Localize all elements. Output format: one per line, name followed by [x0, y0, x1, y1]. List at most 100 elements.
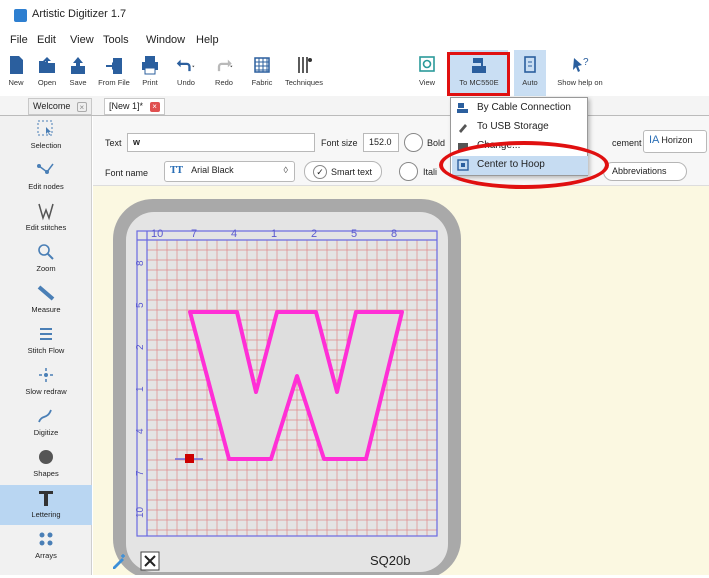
- zoom-icon: [38, 244, 54, 260]
- abbreviations-button[interactable]: Abbreviations: [603, 162, 687, 181]
- tool-edit-nodes-label: Edit nodes: [28, 182, 64, 191]
- check-icon: ✓: [313, 165, 327, 179]
- tool-lettering[interactable]: Lettering: [0, 485, 92, 525]
- lettering-icon: [39, 491, 53, 506]
- view-button[interactable]: View: [410, 50, 444, 96]
- tool-stitch-flow[interactable]: Stitch Flow: [0, 321, 92, 361]
- tool-zoom[interactable]: Zoom: [0, 239, 92, 279]
- smart-text-toggle[interactable]: ✓ Smart text: [304, 161, 382, 182]
- tool-measure[interactable]: Measure: [0, 280, 92, 320]
- cable-icon: [457, 103, 468, 113]
- undo-icon: [176, 59, 195, 72]
- show-help-button[interactable]: ? Show help on: [552, 50, 608, 96]
- tab-document-label: [New 1]*: [109, 101, 144, 111]
- open-button[interactable]: Open: [32, 50, 62, 96]
- font-size-input[interactable]: 152.0: [363, 133, 399, 152]
- tool-digitize[interactable]: Digitize: [0, 403, 92, 443]
- text-label: Text: [105, 138, 122, 148]
- menu-item-usb[interactable]: To USB Storage: [452, 118, 588, 137]
- redo-icon: [217, 59, 233, 72]
- italic-toggle[interactable]: [399, 162, 418, 181]
- techniques-button[interactable]: Techniques: [282, 50, 326, 96]
- ruler-tick-label: 1: [271, 228, 277, 240]
- bold-label: Bold: [427, 138, 446, 148]
- italic-label: Itali: [423, 167, 438, 177]
- redo-button[interactable]: Redo: [206, 50, 242, 96]
- close-icon[interactable]: ×: [149, 101, 160, 112]
- ruler-tick-label: 8: [135, 260, 146, 266]
- ruler-tick-label: 10: [151, 228, 163, 240]
- ruler-tick-label: 4: [231, 228, 237, 240]
- menu-window[interactable]: Window: [146, 34, 185, 46]
- font-size-label: Font size: [321, 138, 358, 148]
- placement-select[interactable]: IA Horizon: [643, 130, 707, 153]
- center-to-hoop-highlight: [439, 141, 609, 189]
- menu-tools[interactable]: Tools: [103, 34, 129, 46]
- menu-help[interactable]: Help: [196, 34, 219, 46]
- ruler-tick-label: 2: [311, 228, 317, 240]
- save-icon: [71, 57, 85, 74]
- menu-item-by-cable[interactable]: By Cable Connection: [452, 99, 588, 118]
- tool-edit-stitches-label: Edit stitches: [25, 223, 67, 232]
- hoop-name-label: SQ20b: [370, 553, 411, 568]
- tool-stitch-flow-label: Stitch Flow: [27, 346, 65, 355]
- menu-file[interactable]: File: [10, 34, 28, 46]
- tool-arrays[interactable]: Arrays: [0, 526, 92, 566]
- ruler-tick-label: 7: [191, 228, 197, 240]
- undo-button[interactable]: Undo: [168, 50, 204, 96]
- menu-view[interactable]: View: [70, 34, 94, 46]
- design-canvas[interactable]: 10 7 4 1 2 5 8 8 5 2 1 4 7 10: [93, 186, 709, 578]
- font-name-select[interactable]: TT Arial Black ◊: [164, 161, 295, 182]
- print-button[interactable]: Print: [136, 50, 164, 96]
- tool-digitize-label: Digitize: [33, 428, 59, 437]
- tab-welcome[interactable]: Welcome ×: [28, 98, 92, 115]
- close-icon[interactable]: ×: [76, 101, 87, 112]
- new-button[interactable]: New: [2, 50, 30, 96]
- menu-edit[interactable]: Edit: [37, 34, 56, 46]
- pen-add-icon[interactable]: [110, 552, 128, 570]
- tool-measure-label: Measure: [31, 305, 61, 314]
- open-folder-icon: [39, 57, 55, 73]
- shapes-icon: [39, 450, 53, 464]
- save-button[interactable]: Save: [64, 50, 92, 96]
- close-box-icon[interactable]: [140, 551, 160, 571]
- tool-zoom-label: Zoom: [36, 264, 56, 273]
- chevron-updown-icon: ◊: [283, 165, 288, 175]
- tab-welcome-label: Welcome: [33, 101, 71, 111]
- placement-value: Horizon: [661, 135, 693, 145]
- tab-document[interactable]: [New 1]* ×: [104, 98, 165, 115]
- tool-selection[interactable]: Selection: [0, 116, 92, 156]
- tool-edit-nodes[interactable]: Edit nodes: [0, 157, 92, 197]
- tool-edit-stitches[interactable]: Edit stitches: [0, 198, 92, 238]
- tool-lettering-label: Lettering: [31, 510, 61, 519]
- auto-button[interactable]: Auto: [514, 50, 546, 96]
- menu-item-usb-label: To USB Storage: [477, 121, 549, 132]
- ruler-tick-label: 10: [135, 506, 146, 518]
- fabric-icon: [254, 57, 270, 73]
- auto-icon: [524, 56, 536, 73]
- lettering-properties: Text w Font size 152.0 Bold Font name TT…: [93, 116, 709, 186]
- tool-slow-redraw-label: Slow redraw: [25, 387, 67, 396]
- fabric-button[interactable]: Fabric: [246, 50, 278, 96]
- bold-toggle[interactable]: [404, 133, 423, 152]
- tool-shapes[interactable]: Shapes: [0, 444, 92, 484]
- tool-slow-redraw[interactable]: Slow redraw: [0, 362, 92, 402]
- from-file-button[interactable]: From File: [94, 50, 134, 96]
- tool-more[interactable]: [0, 567, 92, 575]
- edit-nodes-icon: [37, 163, 54, 174]
- selection-icon: [37, 120, 53, 136]
- smart-text-label: Smart text: [331, 167, 373, 177]
- ruler-tick-label: 2: [135, 344, 146, 350]
- toolbar: New Open Save From File Print Undo Redo …: [0, 50, 709, 96]
- ruler-tick-label: 5: [135, 302, 146, 308]
- window-title: Artistic Digitizer 1.7: [32, 8, 127, 20]
- menu-item-by-cable-label: By Cable Connection: [477, 102, 571, 113]
- text-input[interactable]: w: [127, 133, 315, 152]
- ruler-tick-label: 7: [135, 470, 146, 476]
- ruler-tick-label: 8: [391, 228, 397, 240]
- start-point-marker[interactable]: [185, 454, 194, 463]
- font-name-label: Font name: [105, 168, 149, 178]
- edit-stitches-icon: [38, 203, 54, 221]
- digitize-icon: [38, 409, 52, 423]
- hoop-view: 10 7 4 1 2 5 8 8 5 2 1 4 7 10: [113, 199, 461, 578]
